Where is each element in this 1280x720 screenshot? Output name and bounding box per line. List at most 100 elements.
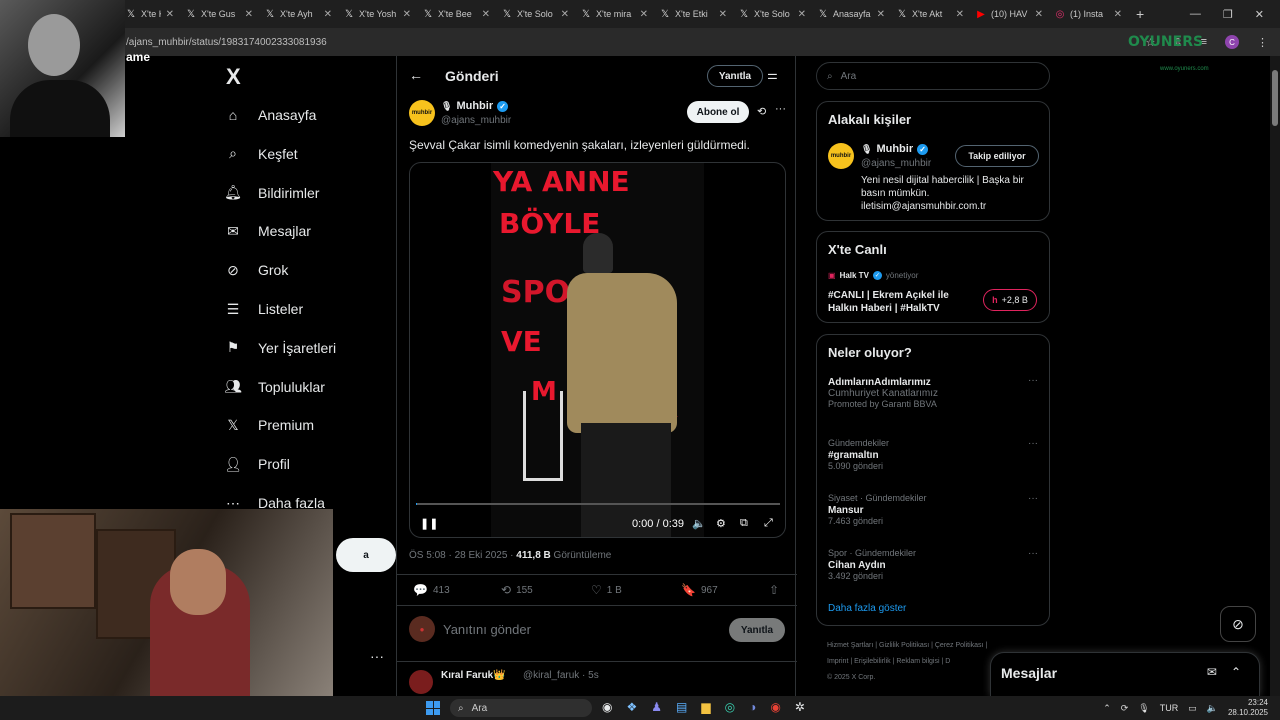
x-logo-icon[interactable]: X — [226, 64, 241, 90]
grok-float-button[interactable]: ⊘ — [1220, 606, 1256, 642]
trend-more-icon[interactable]: ··· — [1028, 493, 1038, 504]
close-tab-icon[interactable]: ✕ — [403, 9, 411, 20]
close-tab-icon[interactable]: ✕ — [956, 9, 964, 20]
post-author-handle[interactable]: @ajans_muhbir — [441, 115, 511, 126]
browser-tab[interactable]: 𝕏 Anasayfa ✕ — [812, 0, 891, 28]
menu-icon[interactable]: ⋮ — [1257, 36, 1268, 49]
nav-item-lists[interactable]: ☰ Listeler — [222, 294, 382, 324]
subscribe-button[interactable]: Abone ol — [687, 101, 749, 123]
browser-tab[interactable]: 𝕏 X'te mira ✕ — [575, 0, 654, 28]
reply-author-handle[interactable]: @kiral_faruk · 5s — [523, 670, 599, 681]
browser-tab[interactable]: 𝕏 X'te Gus ✕ — [180, 0, 259, 28]
edge-icon[interactable]: ◎ — [725, 700, 735, 714]
pause-icon[interactable]: ❚❚ — [420, 517, 438, 530]
reply-input[interactable]: Yanıtını gönder — [443, 622, 531, 637]
fullscreen-icon[interactable]: ⤢ — [764, 517, 773, 530]
close-tab-icon[interactable]: ✕ — [798, 9, 806, 20]
nav-item-premium[interactable]: 𝕏 Premium — [222, 410, 382, 440]
search-input[interactable]: ⌕ Ara — [816, 62, 1050, 90]
network-icon[interactable]: ▭ — [1188, 703, 1197, 714]
page-scrollbar[interactable] — [1270, 56, 1280, 696]
nav-item-bookmarks[interactable]: ⚑ Yer İşaretleri — [222, 333, 382, 363]
trend-more-icon[interactable]: ··· — [1028, 438, 1038, 449]
copilot-icon[interactable]: ❖ — [626, 700, 637, 714]
close-tab-icon[interactable]: ✕ — [166, 9, 174, 20]
repost-action[interactable]: ⟲ 155 — [501, 583, 533, 597]
user-avatar[interactable]: ● — [409, 616, 435, 642]
teams-icon[interactable]: ♟ — [651, 700, 662, 714]
expand-up-icon[interactable]: ⌃ — [1231, 665, 1241, 679]
back-arrow-icon[interactable]: ← — [409, 67, 423, 83]
app-icon[interactable]: ✲ — [795, 700, 805, 714]
trend-item[interactable]: Spor · Gündemdekiler Cihan Aydın 3.492 gön… — [828, 548, 1038, 581]
close-tab-icon[interactable]: ✕ — [1114, 9, 1122, 20]
post-author-name[interactable]: 🎙 Muhbir ✓ — [441, 100, 509, 112]
close-tab-icon[interactable]: ✕ — [719, 9, 727, 20]
close-tab-icon[interactable]: ✕ — [482, 9, 490, 20]
post-more-icon[interactable]: ··· — [775, 103, 786, 115]
app-icon[interactable]: ◉ — [602, 700, 612, 714]
browser-tab[interactable]: 𝕏 X'te Ayh ✕ — [259, 0, 338, 28]
share-action[interactable]: ⇧ — [769, 583, 779, 597]
microphone-icon[interactable]: 🎙 — [1138, 703, 1149, 714]
messages-drawer[interactable]: Mesajlar ✉ ⌃ — [990, 652, 1260, 696]
discord-icon[interactable]: ◑ — [749, 700, 756, 714]
reply-author-name[interactable]: Kıral Faruk👑 — [441, 670, 506, 681]
show-more-link[interactable]: Daha fazla göster — [828, 603, 906, 614]
nav-item-messages[interactable]: ✉ Mesajlar — [222, 216, 382, 246]
live-headline[interactable]: #CANLI | Ekrem Açıkel ile Halkın Haberi … — [828, 289, 949, 315]
nav-item-communities[interactable]: 👥︎ Topluluklar — [222, 372, 382, 402]
store-icon[interactable]: ▤ — [676, 700, 687, 714]
trend-item[interactable]: Gündemdekiler #gramaltın 5.090 gönderi ··· — [828, 438, 1038, 471]
minimize-icon[interactable]: — — [1190, 8, 1201, 20]
nav-item-notifications[interactable]: 🔔︎ Bildirimler — [222, 178, 382, 208]
reply-item[interactable]: Kıral Faruk👑 @kiral_faruk · 5s — [397, 664, 797, 696]
url-text[interactable]: /ajans_muhbir/status/1983174002333081936 — [126, 37, 327, 48]
sliders-icon[interactable]: ⚌ — [767, 68, 778, 82]
reply-send-button[interactable]: Yanıtla — [729, 618, 785, 642]
video-progress-bar[interactable] — [416, 503, 780, 505]
close-tab-icon[interactable]: ✕ — [877, 9, 885, 20]
chrome-icon[interactable]: ◉ — [770, 700, 780, 714]
settings-icon[interactable]: ⚙ — [716, 517, 726, 530]
close-tab-icon[interactable]: ✕ — [561, 9, 569, 20]
scrollbar-thumb[interactable] — [1272, 70, 1278, 126]
related-avatar[interactable]: muhbir — [828, 143, 854, 169]
related-name[interactable]: 🎙 Muhbir ✓ — [861, 143, 929, 155]
browser-tab[interactable]: 𝕏 X'te Yosh ✕ — [338, 0, 417, 28]
trend-more-icon[interactable]: ··· — [1028, 548, 1038, 559]
reply-action[interactable]: 💬 413 — [413, 583, 450, 597]
browser-tab[interactable]: 𝕏 X'te Akt ✕ — [891, 0, 970, 28]
close-tab-icon[interactable]: ✕ — [245, 9, 253, 20]
close-window-icon[interactable]: ✕ — [1255, 8, 1264, 21]
post-button[interactable]: a — [336, 538, 396, 572]
browser-tab[interactable]: 𝕏 X'te Solo ✕ — [733, 0, 812, 28]
live-listeners-button[interactable]: h +2,8 B — [983, 289, 1037, 311]
tray-chevron-icon[interactable]: ⌃ — [1103, 703, 1111, 714]
trend-item[interactable]: Siyaset · Gündemdekiler Mansur 7.463 gönde… — [828, 493, 1038, 526]
nav-item-home[interactable]: ⌂ Anasayfa — [222, 100, 382, 130]
nav-item-explore[interactable]: ⌕ Keşfet — [222, 139, 382, 169]
close-tab-icon[interactable]: ✕ — [640, 9, 648, 20]
language-indicator[interactable]: TUR — [1160, 703, 1179, 713]
taskbar-search[interactable]: ⌕ Ara — [450, 699, 592, 717]
grok-icon[interactable]: ⟲ — [757, 105, 766, 118]
volume-icon[interactable]: 🔈 — [1207, 703, 1218, 714]
browser-tab[interactable]: ◎ (1) Insta ✕ — [1049, 0, 1128, 28]
restore-icon[interactable]: ❐ — [1223, 8, 1233, 21]
volume-icon[interactable]: 🔈 — [692, 517, 706, 530]
following-button[interactable]: Takip ediliyor — [955, 145, 1039, 167]
browser-tab[interactable]: 𝕏 X'te Solo ✕ — [496, 0, 575, 28]
nav-item-grok[interactable]: ⊘ Grok — [222, 255, 382, 285]
post-timestamp[interactable]: ÖS 5:08 · 28 Eki 2025 · — [409, 550, 516, 561]
reply-author-avatar[interactable] — [409, 670, 433, 694]
like-action[interactable]: ♡ 1 B — [591, 583, 622, 597]
browser-tab[interactable]: 𝕏 X'te Etki ✕ — [654, 0, 733, 28]
windows-start-icon[interactable] — [426, 701, 440, 715]
live-host[interactable]: ▣ Halk TV ✓ yönetiyor — [828, 271, 918, 280]
nav-item-profile[interactable]: 👤︎ Profil — [222, 449, 382, 479]
picture-in-picture-icon[interactable]: ⧉ — [740, 517, 748, 530]
taskbar-clock[interactable]: 23:24 28.10.2025 — [1228, 698, 1268, 718]
new-tab-icon[interactable]: + — [1136, 6, 1144, 22]
bookmark-action[interactable]: 🔖 967 — [681, 583, 718, 597]
